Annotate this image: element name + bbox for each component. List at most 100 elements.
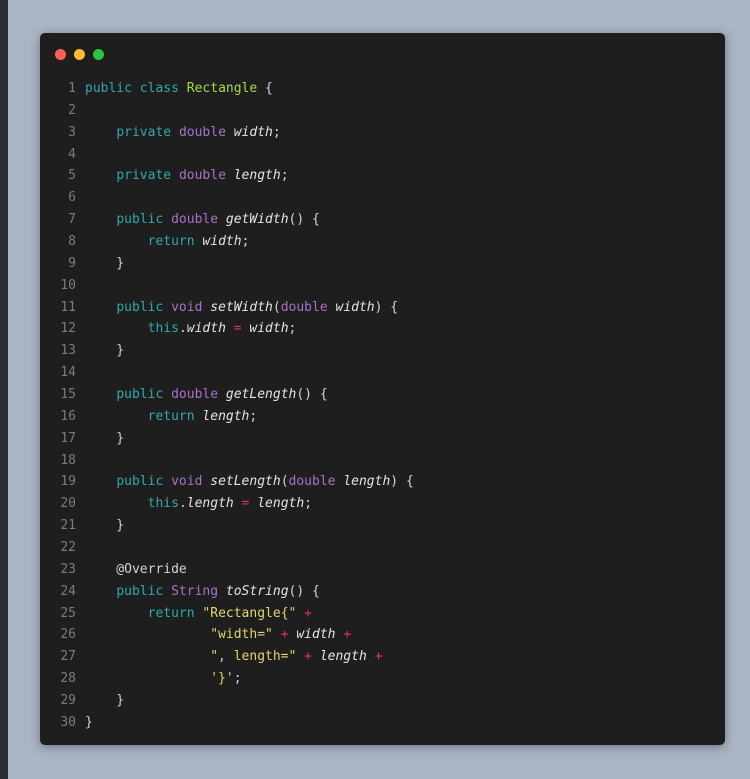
code-token: } xyxy=(85,714,93,730)
code-token: public xyxy=(116,299,164,315)
code-token: double xyxy=(171,212,219,228)
line-content: } xyxy=(85,340,124,362)
line-content: public void setWidth(double width) { xyxy=(85,297,398,319)
code-token: public xyxy=(116,387,164,403)
code-line: 2 xyxy=(40,100,414,122)
code-line: 15 public double getLength() { xyxy=(40,384,414,406)
code-token: ", length=" xyxy=(210,649,297,665)
line-content: public class Rectangle { xyxy=(85,78,273,100)
line-content: } xyxy=(85,712,93,734)
code-line: 13 } xyxy=(40,340,414,362)
line-content: public void setLength(double length) { xyxy=(85,471,413,493)
line-content: } xyxy=(85,428,124,450)
code-line: 29 } xyxy=(40,690,414,712)
code-token: toString xyxy=(225,583,289,599)
code-line: 1 public class Rectangle { xyxy=(40,78,414,100)
code-line: 26 "width=" + width + xyxy=(40,624,414,646)
code-token: width xyxy=(296,627,336,643)
code-token: } xyxy=(85,343,125,359)
line-number: 14 xyxy=(60,365,76,381)
code-line: 25 return "Rectangle{" + xyxy=(40,603,414,625)
code-token: + xyxy=(280,627,289,643)
code-token: width xyxy=(202,234,242,250)
code-line: 16 return length; xyxy=(40,406,414,428)
line-content: return width; xyxy=(85,231,250,253)
code-line: 9 } xyxy=(40,253,414,275)
code-token: this xyxy=(147,496,179,512)
code-token: ; xyxy=(288,321,297,337)
line-number: 13 xyxy=(60,343,76,359)
line-number: 18 xyxy=(60,452,76,468)
code-token: return xyxy=(147,234,195,250)
maximize-dot-icon[interactable] xyxy=(93,49,104,60)
line-number: 4 xyxy=(68,146,76,162)
line-content: this.length = length; xyxy=(85,493,312,515)
code-line: 28 '}'; xyxy=(40,668,414,690)
code-line: 8 return width; xyxy=(40,231,414,253)
code-line: 7 public double getWidth() { xyxy=(40,209,414,231)
line-number: 22 xyxy=(60,540,76,556)
line-content: } xyxy=(85,690,124,712)
code-token: ; xyxy=(280,168,289,184)
code-token: String xyxy=(171,583,219,599)
code-token: + xyxy=(374,649,383,665)
line-content: private double length; xyxy=(85,165,289,187)
code-token: . xyxy=(178,321,187,337)
code-token: width xyxy=(233,124,273,140)
code-token: length xyxy=(343,474,391,490)
code-token: setWidth xyxy=(210,299,273,315)
code-line: 30} xyxy=(40,712,414,734)
code-line: 3 private double width; xyxy=(40,122,414,144)
code-token: ; xyxy=(272,124,281,140)
line-content: } xyxy=(85,253,124,275)
close-dot-icon[interactable] xyxy=(55,49,66,60)
line-number: 16 xyxy=(60,408,76,424)
code-token: double xyxy=(288,474,336,490)
code-line: 27 ", length=" + length + xyxy=(40,646,414,668)
code-token: Rectangle xyxy=(186,81,258,96)
code-line: 21 } xyxy=(40,515,414,537)
code-token: width xyxy=(249,321,289,337)
code-line: 14 xyxy=(40,362,414,384)
code-token: ; xyxy=(304,496,313,512)
line-number: 23 xyxy=(60,561,76,577)
code-token: double xyxy=(171,387,219,403)
code-token: getLength xyxy=(225,387,297,403)
code-token: @Override xyxy=(85,561,187,577)
line-number: 7 xyxy=(68,212,76,228)
code-token: private xyxy=(116,168,172,184)
window-controls xyxy=(55,49,104,60)
line-content: public double getWidth() { xyxy=(85,209,320,231)
line-content: } xyxy=(85,515,124,537)
code-token: ; xyxy=(249,408,258,424)
code-token: { xyxy=(257,81,273,96)
code-token: length xyxy=(202,408,250,424)
line-number: 24 xyxy=(60,583,76,599)
line-number: 30 xyxy=(60,714,76,730)
code-token: double xyxy=(280,299,328,315)
line-number: 26 xyxy=(60,627,76,643)
code-line: 19 public void setLength(double length) … xyxy=(40,471,413,493)
line-content: ", length=" + length + xyxy=(85,646,382,668)
minimize-dot-icon[interactable] xyxy=(74,49,85,60)
